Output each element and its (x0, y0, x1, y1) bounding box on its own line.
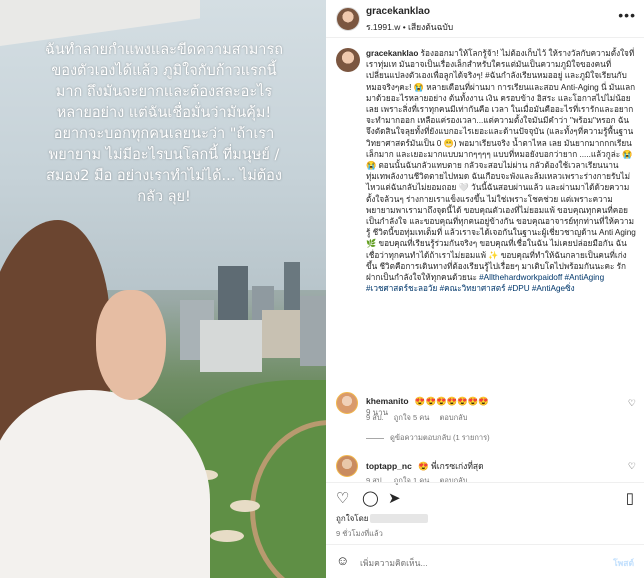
comment-text: 😍 พี่เกรซเก่งที่สุด (418, 461, 484, 471)
add-comment-bar: ☺ เพิ่มความคิดเห็น... โพสต์ (326, 544, 644, 578)
post-comment-button[interactable]: โพสต์ (613, 556, 634, 570)
caption-body: gracekanklao ร้องออกมาให้โลกรู้จ้า! ไม่ต… (366, 48, 636, 294)
post-header: gracekanklao ร.1991.w • เสียงต้นฉบับ ••• (326, 0, 644, 38)
overlay-line: มาก ถึงมันจะยากและต้องสละอะไร (55, 84, 273, 100)
comment-likes[interactable]: ถูกใจ 5 คน (394, 413, 430, 422)
heart-icon[interactable]: ♡ (336, 489, 349, 507)
share-icon[interactable]: ➤ (388, 489, 401, 507)
overlay-line: กลัว ลุย! (137, 189, 191, 205)
commenter-avatar[interactable] (336, 392, 358, 414)
photo-person-face (96, 290, 166, 400)
commenter-username[interactable]: khemanito (366, 396, 409, 406)
photo-bunker (210, 530, 244, 542)
comment-heart-icon[interactable]: ♡ (628, 461, 636, 472)
comment-reply-button[interactable]: ตอบกลับ (440, 413, 468, 422)
post-details-panel: gracekanklao ร.1991.w • เสียงต้นฉบับ •••… (326, 0, 644, 578)
audio-subtitle[interactable]: ร.1991.w • เสียงต้นฉบับ (366, 20, 453, 34)
bookmark-icon[interactable]: ▯ (626, 489, 634, 507)
comment-time: 9 สป. (366, 413, 384, 422)
caption-username[interactable]: gracekanklao (366, 49, 418, 58)
post-photo[interactable]: ฉันทำลายกำแพงและขีดความสามารถ ของตัวเองไ… (0, 0, 326, 578)
comment-heart-icon[interactable]: ♡ (628, 398, 636, 409)
likes-blurred-names (370, 514, 429, 524)
caption-author-avatar[interactable] (336, 48, 360, 72)
photo-building (300, 296, 326, 366)
overlay-line: สมอง2 มือ อย่างเราทำไม่ได้... ไม่ต้อง (46, 168, 282, 184)
photo-overlay-text: ฉันทำลายกำแพงและขีดความสามารถ ของตัวเองไ… (8, 40, 320, 208)
more-horizontal-icon[interactable]: ••• (618, 7, 636, 23)
likes-summary[interactable]: ถูกใจโดย (336, 512, 429, 525)
post-actions-bar: ♡ ◯ ➤ ▯ (326, 482, 644, 510)
photo-building (218, 266, 248, 328)
overlay-line: ของตัวเองได้แล้ว ภูมิใจกับก้าวแรกนี้ (51, 63, 277, 79)
overlay-line: หลายอย่าง แต่ฉันเชื่อมั่นว่ามันคุ้ม! (56, 105, 272, 121)
commenter-username[interactable]: toptapp_nc (366, 461, 412, 471)
overlay-line: อยากจะบอกทุกคนเลยนะว่า "ถ้าเรา (53, 126, 275, 142)
post-timestamp: 9 ชั่วโมงที่แล้ว (336, 529, 383, 538)
caption-text: ร้องออกมาให้โลกรู้จ้า! ไม่ต้องเก็บไว้ ให… (366, 49, 636, 283)
emoji-icon[interactable]: ☺ (336, 553, 352, 569)
photo-bunker (230, 500, 260, 512)
author-username[interactable]: gracekanklao (366, 6, 430, 17)
comment-text: 😍😍😍😍😍😍😍 (414, 396, 489, 406)
comment-icon[interactable]: ◯ (362, 489, 379, 507)
photo-building (200, 320, 262, 372)
commenter-avatar[interactable] (336, 455, 358, 477)
overlay-line: ฉันทำลายกำแพงและขีดความสามารถ (44, 42, 284, 58)
photo-building (262, 310, 302, 358)
author-avatar[interactable] (336, 7, 360, 31)
comment-input[interactable]: เพิ่มความคิดเห็น... (360, 556, 428, 570)
instagram-post-modal: ฉันทำลายกำแพงและขีดความสามารถ ของตัวเองไ… (0, 0, 644, 578)
overlay-line: พยายาม ไม่มีอะไรบนโลกนี้ ที่มนุษย์ / (48, 147, 280, 163)
comment-text-line: khemanito 😍😍😍😍😍😍😍 (366, 396, 489, 407)
view-replies-button[interactable]: ดูข้อความตอบกลับ (1 รายการ) (366, 432, 490, 444)
comment-text-line: toptapp_nc 😍 พี่เกรซเก่งที่สุด (366, 459, 484, 473)
photo-person-sweater (0, 390, 210, 578)
comment-meta: 9 สป. ถูกใจ 5 คน ตอบกลับ (366, 412, 476, 424)
likes-prefix: ถูกใจโดย (336, 514, 369, 523)
